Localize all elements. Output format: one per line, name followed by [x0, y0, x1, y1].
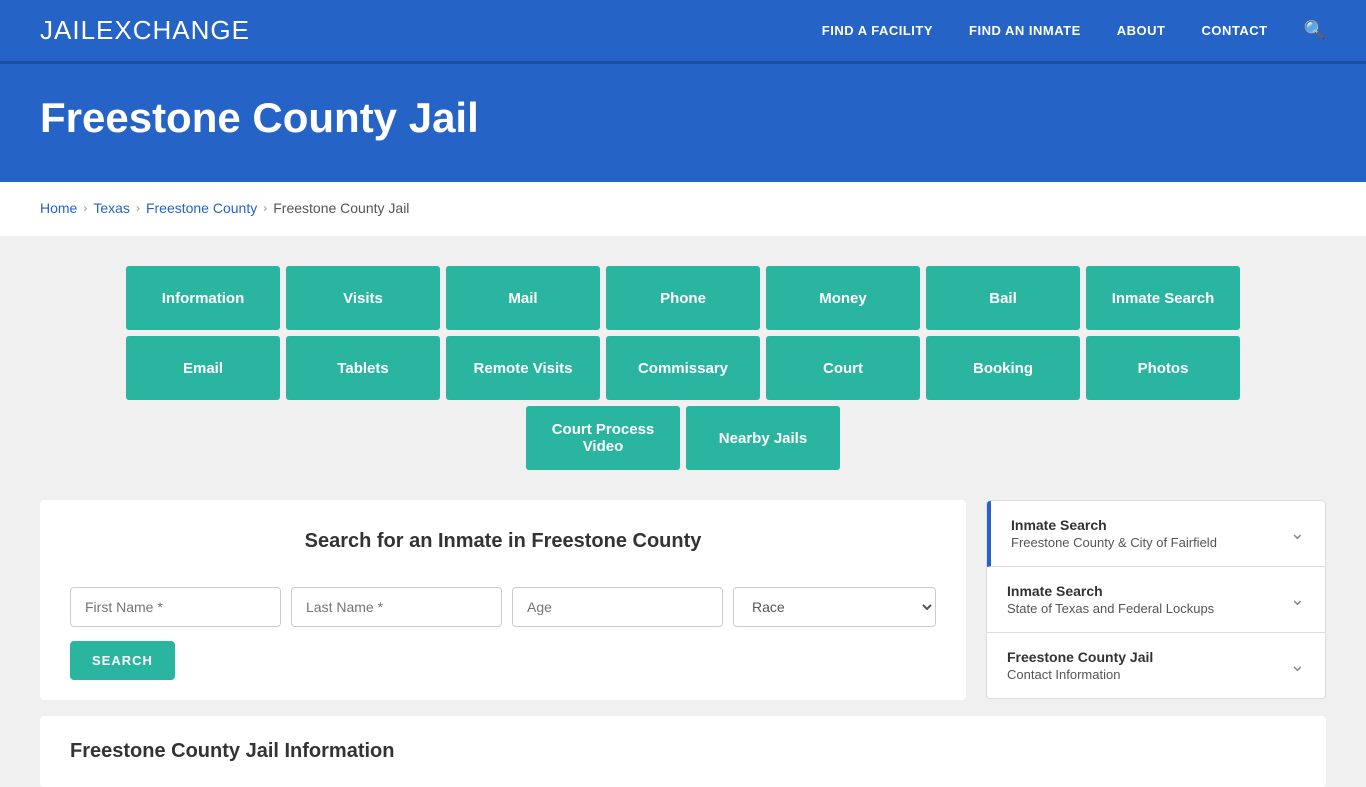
tile-bail[interactable]: Bail [926, 266, 1080, 330]
breadcrumb-county[interactable]: Freestone County [146, 200, 257, 216]
search-title: Search for an Inmate in Freestone County [70, 530, 936, 553]
tile-visits[interactable]: Visits [286, 266, 440, 330]
main-panel: Search for an Inmate in Freestone County… [40, 500, 966, 700]
logo-jail: JAIL [40, 15, 96, 45]
chevron-down-icon-2: ⌄ [1290, 589, 1305, 610]
page-title: Freestone County Jail [40, 94, 1326, 142]
tile-row-2: Email Tablets Remote Visits Commissary C… [126, 336, 1240, 400]
sidebar-item-1-sub: Freestone County & City of Fairfield [1011, 535, 1217, 550]
chevron-down-icon-1: ⌄ [1290, 523, 1305, 544]
breadcrumb-current: Freestone County Jail [273, 200, 409, 216]
race-select[interactable]: Race White Black Hispanic Asian Other [733, 587, 936, 627]
nav-contact[interactable]: CONTACT [1201, 23, 1267, 38]
main-layout: Search for an Inmate in Freestone County… [40, 500, 1326, 700]
info-title: Freestone County Jail Information [70, 740, 1296, 763]
tile-photos[interactable]: Photos [1086, 336, 1240, 400]
search-fields: Race White Black Hispanic Asian Other [70, 587, 936, 627]
search-icon[interactable]: 🔍 [1304, 20, 1326, 41]
tile-booking[interactable]: Booking [926, 336, 1080, 400]
sidebar-item-3[interactable]: Freestone County Jail Contact Informatio… [987, 633, 1325, 698]
sidebar-item-2[interactable]: Inmate Search State of Texas and Federal… [987, 567, 1325, 633]
tile-court[interactable]: Court [766, 336, 920, 400]
nav-about[interactable]: ABOUT [1117, 23, 1166, 38]
tile-commissary[interactable]: Commissary [606, 336, 760, 400]
tile-phone[interactable]: Phone [606, 266, 760, 330]
sidebar-item-1-text: Inmate Search Freestone County & City of… [1011, 517, 1217, 550]
nav-find-inmate[interactable]: FIND AN INMATE [969, 23, 1081, 38]
tile-court-process-video[interactable]: Court Process Video [526, 406, 680, 470]
tile-money[interactable]: Money [766, 266, 920, 330]
tile-tablets[interactable]: Tablets [286, 336, 440, 400]
logo-exchange: EXCHANGE [96, 15, 250, 45]
sidebar-item-2-sub: State of Texas and Federal Lockups [1007, 601, 1214, 616]
logo[interactable]: JAILEXCHANGE [40, 15, 250, 46]
sidebar-item-3-text: Freestone County Jail Contact Informatio… [1007, 649, 1153, 682]
tile-inmate-search[interactable]: Inmate Search [1086, 266, 1240, 330]
breadcrumb-texas[interactable]: Texas [93, 200, 130, 216]
info-section: Freestone County Jail Information [40, 716, 1326, 787]
nav-find-facility[interactable]: FIND A FACILITY [822, 23, 933, 38]
chevron-down-icon-3: ⌄ [1290, 655, 1305, 676]
breadcrumb-sep-2: › [136, 201, 140, 215]
sidebar-item-2-text: Inmate Search State of Texas and Federal… [1007, 583, 1214, 616]
tile-mail[interactable]: Mail [446, 266, 600, 330]
breadcrumb-sep-1: › [83, 201, 87, 215]
breadcrumb-sep-3: › [263, 201, 267, 215]
first-name-input[interactable] [70, 587, 281, 627]
tile-row-3: Court Process Video Nearby Jails [526, 406, 840, 470]
tile-remote-visits[interactable]: Remote Visits [446, 336, 600, 400]
sidebar-item-3-sub: Contact Information [1007, 667, 1153, 682]
header: JAILEXCHANGE FIND A FACILITY FIND AN INM… [0, 0, 1366, 64]
sidebar: Inmate Search Freestone County & City of… [986, 500, 1326, 699]
last-name-input[interactable] [291, 587, 502, 627]
sidebar-item-1-title: Inmate Search [1011, 517, 1217, 533]
age-input[interactable] [512, 587, 723, 627]
main-nav: FIND A FACILITY FIND AN INMATE ABOUT CON… [822, 20, 1326, 41]
sidebar-item-2-title: Inmate Search [1007, 583, 1214, 599]
sidebar-item-3-title: Freestone County Jail [1007, 649, 1153, 665]
breadcrumb: Home › Texas › Freestone County › Freest… [0, 182, 1366, 236]
below-breadcrumb: Information Visits Mail Phone Money Bail… [0, 236, 1366, 787]
hero-section: Freestone County Jail [0, 64, 1366, 182]
breadcrumb-home[interactable]: Home [40, 200, 77, 216]
tile-nearby-jails[interactable]: Nearby Jails [686, 406, 840, 470]
inmate-search-form: Search for an Inmate in Freestone County… [70, 530, 936, 680]
search-button[interactable]: SEARCH [70, 641, 175, 680]
tile-information[interactable]: Information [126, 266, 280, 330]
tile-grid: Information Visits Mail Phone Money Bail… [40, 266, 1326, 470]
tile-email[interactable]: Email [126, 336, 280, 400]
tile-row-1: Information Visits Mail Phone Money Bail… [126, 266, 1240, 330]
sidebar-item-1[interactable]: Inmate Search Freestone County & City of… [987, 501, 1325, 567]
